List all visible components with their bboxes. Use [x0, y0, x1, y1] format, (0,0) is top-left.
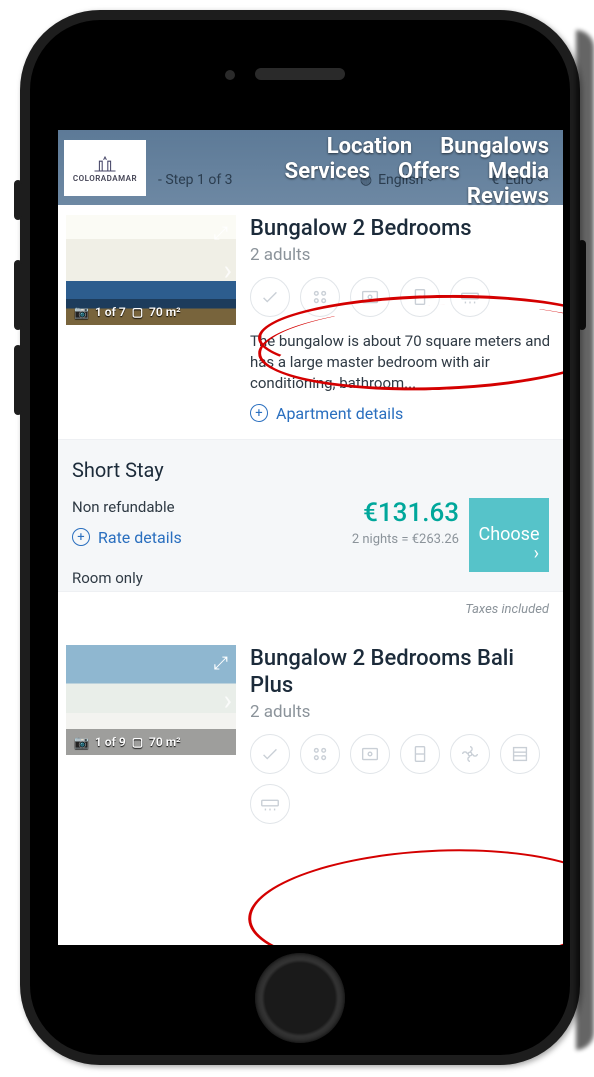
nav-location[interactable]: Location — [327, 134, 413, 159]
safe-icon[interactable] — [350, 277, 390, 317]
listing-row: ⤢ › 📷 1 of 9 ▢ 70 m² Bungalow 2 Bedrooms… — [58, 635, 563, 854]
vol-up — [14, 260, 22, 330]
vol-down — [14, 345, 22, 415]
area-label: 70 m² — [149, 735, 181, 749]
phone-camera — [225, 70, 235, 80]
listing-occupancy: 2 adults — [250, 245, 555, 265]
checkmark-icon[interactable] — [250, 734, 290, 774]
amenity-row — [250, 734, 555, 824]
photo-counter: 1 of 7 — [95, 305, 126, 319]
listing-title: Bungalow 2 Bedrooms — [250, 215, 555, 243]
listing-description: The bungalow is about 70 square meters a… — [250, 331, 555, 394]
photo-counter: 1 of 9 — [95, 735, 126, 749]
safe-icon[interactable] — [350, 734, 390, 774]
expand-icon[interactable]: ⤢ — [214, 223, 228, 244]
phone-frame: COLORADAMAR - Step 1 of 3 ◍ English › € … — [20, 10, 580, 1065]
choose-label: Choose — [479, 524, 540, 545]
listing-photo[interactable]: ⤢ › 📷 1 of 9 ▢ 70 m² — [66, 645, 236, 755]
listing-title: Bungalow 2 Bedrooms Bali Plus — [250, 645, 555, 700]
phone-speaker — [255, 68, 345, 80]
rate-price: €131.63 — [352, 498, 459, 528]
aircon-icon[interactable] — [250, 784, 290, 824]
apartment-details-link[interactable]: + Apartment details — [250, 404, 555, 423]
nav-reviews[interactable]: Reviews — [467, 184, 549, 209]
listing-row: ⤢ › 📷 1 of 7 ▢ 70 m² Bungalow 2 Bedrooms… — [58, 205, 563, 440]
floorplan-icon: ▢ — [132, 305, 143, 319]
rate-details-link[interactable]: + Rate details — [72, 528, 352, 547]
fridge-icon[interactable] — [400, 734, 440, 774]
rate-details-label: Rate details — [98, 528, 182, 547]
meal-plan: Room only — [72, 569, 352, 587]
rate-name: Short Stay — [72, 458, 549, 482]
fan-icon[interactable] — [450, 734, 490, 774]
kitchen-icon[interactable] — [300, 734, 340, 774]
listing-occupancy: 2 adults — [250, 702, 555, 722]
checkmark-icon[interactable] — [250, 277, 290, 317]
next-photo-icon[interactable]: › — [224, 683, 232, 716]
nav-media[interactable]: Media — [488, 159, 549, 184]
chevron-right-icon: › — [534, 543, 539, 564]
amenity-row — [250, 277, 555, 317]
taxes-note: Taxes included — [58, 592, 563, 635]
area-label: 70 m² — [149, 305, 181, 319]
plus-icon: + — [250, 404, 268, 422]
mute-switch — [14, 180, 22, 220]
camera-icon: 📷 — [74, 735, 89, 749]
rate-card: Short Stay Non refundable + Rate details… — [58, 440, 563, 592]
kitchen-icon[interactable] — [300, 277, 340, 317]
results-list: ⤢ › 📷 1 of 7 ▢ 70 m² Bungalow 2 Bedrooms… — [58, 205, 563, 945]
home-button[interactable] — [255, 953, 345, 1043]
floorplan-icon: ▢ — [132, 735, 143, 749]
aircon-icon[interactable] — [450, 277, 490, 317]
towels-icon[interactable] — [500, 734, 540, 774]
plus-icon: + — [72, 528, 90, 546]
screen-viewport: COLORADAMAR - Step 1 of 3 ◍ English › € … — [58, 130, 563, 945]
details-label: Apartment details — [276, 404, 403, 423]
nav-services[interactable]: Services — [285, 159, 370, 184]
expand-icon[interactable]: ⤢ — [214, 653, 228, 674]
photo-meta: 📷 1 of 9 ▢ 70 m² — [66, 729, 236, 755]
rate-nights: 2 nights = €263.26 — [352, 532, 459, 547]
nav-offers[interactable]: Offers — [398, 159, 460, 184]
app-header: COLORADAMAR - Step 1 of 3 ◍ English › € … — [58, 130, 563, 205]
choose-button[interactable]: Choose › — [469, 498, 549, 572]
non-refundable-label: Non refundable — [72, 498, 352, 516]
photo-meta: 📷 1 of 7 ▢ 70 m² — [66, 299, 236, 325]
nav-bungalows[interactable]: Bungalows — [440, 134, 549, 159]
listing-photo[interactable]: ⤢ › 📷 1 of 7 ▢ 70 m² — [66, 215, 236, 325]
fridge-icon[interactable] — [400, 277, 440, 317]
next-photo-icon[interactable]: › — [224, 254, 232, 287]
main-nav: Location Bungalows Services Offers Media… — [58, 130, 563, 205]
camera-icon: 📷 — [74, 305, 89, 319]
